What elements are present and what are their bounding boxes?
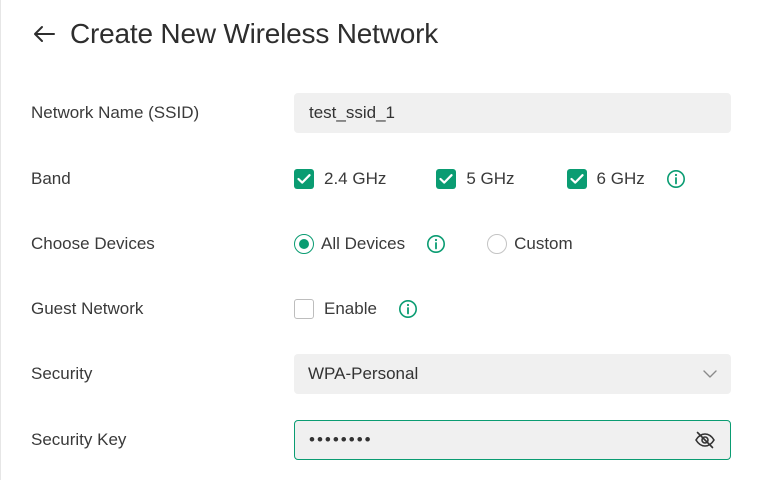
custom-radio[interactable]: Custom (487, 234, 573, 254)
security-label: Security (31, 364, 93, 383)
band-24ghz-checkbox[interactable]: 2.4 GHz (294, 169, 386, 189)
devices-row: Choose Devices All Devices Custom (0, 224, 776, 264)
security-select-value: WPA-Personal (308, 364, 419, 383)
guest-enable-checkbox[interactable]: Enable (294, 299, 377, 319)
arrow-left-icon[interactable] (32, 23, 58, 45)
guest-label: Guest Network (31, 299, 144, 318)
ssid-label: Network Name (SSID) (31, 103, 200, 122)
devices-options: All Devices Custom (294, 234, 573, 254)
page-header: Create New Wireless Network (32, 14, 438, 54)
page-title: Create New Wireless Network (70, 18, 439, 49)
ssid-input[interactable] (294, 93, 731, 133)
security-control: WPA-Personal (294, 354, 731, 394)
security-key-input[interactable]: •••••••• (294, 420, 731, 460)
band-options: 2.4 GHz 5 GHz 6 GHz (294, 169, 686, 189)
ssid-control (294, 93, 731, 133)
guest-options: Enable (294, 299, 418, 319)
band-label: Band (31, 169, 71, 188)
info-circle-icon[interactable] (666, 169, 686, 189)
band-6ghz-label: 6 GHz (596, 169, 645, 188)
info-circle-icon[interactable] (398, 299, 418, 319)
band-5ghz-checkbox[interactable]: 5 GHz (436, 169, 515, 189)
radio-selected-icon[interactable] (294, 234, 314, 254)
security-row: Security WPA-Personal (0, 354, 776, 394)
security-key-control: •••••••• (294, 420, 731, 460)
eye-slash-icon[interactable] (694, 431, 716, 449)
all-devices-radio[interactable]: All Devices (294, 234, 405, 254)
radio-unselected-icon[interactable] (487, 234, 508, 254)
chevron-down-icon (703, 365, 717, 383)
band-5ghz-label: 5 GHz (466, 169, 515, 188)
all-devices-label: All Devices (321, 234, 406, 253)
custom-label: Custom (514, 234, 573, 253)
checkbox-checked-icon[interactable] (566, 169, 587, 189)
band-6ghz-checkbox[interactable]: 6 GHz (566, 169, 645, 189)
checkbox-unchecked-icon[interactable] (294, 299, 314, 319)
guest-row: Guest Network Enable (0, 289, 776, 329)
guest-enable-label: Enable (324, 299, 377, 318)
info-circle-icon[interactable] (426, 234, 446, 254)
devices-label: Choose Devices (31, 234, 155, 253)
band-24ghz-label: 2.4 GHz (324, 169, 387, 188)
security-key-masked-value: •••••••• (309, 430, 373, 449)
security-key-row: Security Key •••••••• (0, 420, 776, 460)
ssid-row: Network Name (SSID) (0, 93, 776, 133)
checkbox-checked-icon[interactable] (294, 169, 314, 189)
security-key-label: Security Key (31, 430, 127, 449)
security-select[interactable]: WPA-Personal (294, 354, 731, 394)
band-row: Band 2.4 GHz 5 GHz 6 GHz (0, 159, 776, 199)
checkbox-checked-icon[interactable] (436, 169, 457, 189)
